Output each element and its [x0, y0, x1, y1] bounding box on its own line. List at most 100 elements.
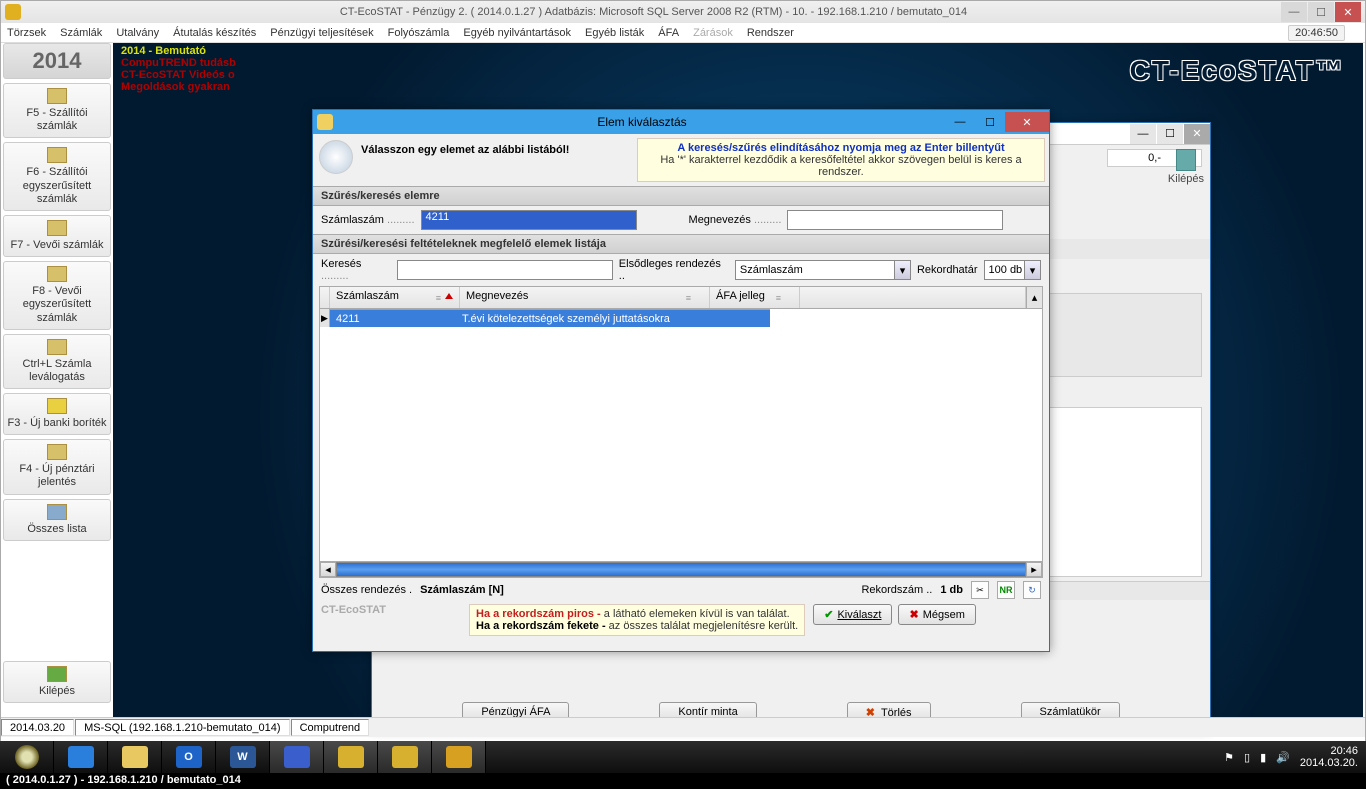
tray-net-icon[interactable]: ▯	[1244, 751, 1250, 764]
record-label: Rekordszám ..	[861, 584, 932, 596]
info-text: 2014 - Bemutató CompuTREND tudásb CT-Eco…	[121, 45, 236, 93]
brand-logo: CT-EcoSTAT™	[1130, 55, 1345, 87]
taskbar-outlook[interactable]: O	[162, 741, 216, 773]
tray-sound-icon[interactable]: 🔊	[1276, 751, 1290, 764]
menu-afa[interactable]: ÁFA	[658, 27, 679, 39]
megnevezes-label: Megnevezés	[689, 214, 782, 226]
tray-clock[interactable]: 20:46 2014.03.20.	[1300, 745, 1358, 769]
taskbar-word[interactable]: W	[216, 741, 270, 773]
megnevezes-input[interactable]	[787, 210, 1003, 230]
system-tray: ⚑ ▯ ▮ 🔊 20:46 2014.03.20.	[1224, 745, 1366, 769]
exit-icon	[47, 666, 67, 682]
section-results-header: Szűrési/keresési feltételeknek megfelelő…	[313, 234, 1049, 254]
grid-hscroll[interactable]: ◂ ▸	[320, 561, 1042, 577]
scroll-up[interactable]: ▴	[1026, 287, 1042, 308]
menu-folyoszamla[interactable]: Folyószámla	[388, 27, 450, 39]
close-button[interactable]: ✕	[1335, 2, 1361, 22]
kont-min[interactable]: —	[1130, 124, 1156, 144]
btn-f5[interactable]: F5 - Szállítói számlák	[3, 83, 111, 138]
menu-penzugyi[interactable]: Pénzügyi teljesítések	[270, 27, 373, 39]
taskbar-app1[interactable]	[324, 741, 378, 773]
col-szamlaszam[interactable]: Számlaszám≡	[330, 287, 460, 308]
table-row[interactable]: 4211 T.évi kötelezettségek személyi jutt…	[330, 309, 770, 327]
cell-szam: 4211	[330, 313, 456, 325]
exit-icon[interactable]	[1176, 149, 1196, 171]
clipboard-icon	[338, 746, 364, 768]
szamlaszam-input[interactable]: 4211	[421, 210, 637, 230]
menu-utalvany[interactable]: Utalvány	[116, 27, 159, 39]
menu-atutalas[interactable]: Átutalás készítés	[173, 27, 256, 39]
dlg-titlebar[interactable]: Elem kiválasztás — ☐ ✕	[313, 110, 1049, 134]
btn-kilepes[interactable]: Kilépés	[3, 661, 111, 703]
menu-torzsek[interactable]: Törzsek	[7, 27, 46, 39]
dlg-maximize[interactable]: ☐	[975, 112, 1005, 132]
rendezes-combo[interactable]: Számlaszám▾	[735, 260, 911, 280]
x-icon: ✖	[909, 608, 918, 621]
kont-max[interactable]: ☐	[1157, 124, 1183, 144]
dlg-hint: A keresés/szűrés elindításához nyomja me…	[637, 138, 1045, 182]
btn-f3[interactable]: F3 - Új banki boríték	[3, 393, 111, 435]
btn-f6[interactable]: F6 - Szállítói egyszerűsített számlák	[3, 142, 111, 211]
report-icon	[47, 444, 67, 460]
start-button[interactable]	[0, 741, 54, 773]
doc-icon	[47, 88, 67, 104]
taskbar-ecostat[interactable]	[432, 741, 486, 773]
col-afajelleg[interactable]: ÁFA jelleg≡	[710, 287, 800, 308]
elem-kivalasztas-dialog: Elem kiválasztás — ☐ ✕ Válasszon egy ele…	[312, 109, 1050, 652]
scroll-left[interactable]: ◂	[320, 562, 336, 577]
windows-taskbar: O W ⚑ ▯ ▮ 🔊 20:46 2014.03.20.	[0, 741, 1366, 773]
dlg-close[interactable]: ✕	[1005, 112, 1049, 132]
ie-icon	[68, 746, 94, 768]
btn-f8[interactable]: F8 - Vevői egyszerűsített számlák	[3, 261, 111, 330]
tray-power-icon[interactable]: ▮	[1260, 751, 1266, 764]
btn-f7[interactable]: F7 - Vevői számlák	[3, 215, 111, 257]
cut-icon[interactable]: ✂	[971, 581, 989, 599]
scroll-right[interactable]: ▸	[1026, 562, 1042, 577]
results-grid: Számlaszám≡ Megnevezés≡ ÁFA jelleg≡ ▴ ▶ …	[319, 286, 1043, 578]
taskbar-save[interactable]	[270, 741, 324, 773]
kont-close[interactable]: ✕	[1184, 124, 1210, 144]
left-toolbar: 2014 F5 - Szállítói számlák F6 - Szállít…	[3, 43, 111, 707]
col-megnevezes[interactable]: Megnevezés≡	[460, 287, 710, 308]
record-value: 1 db	[940, 584, 963, 596]
dlg-brand: CT-EcoSTAT	[321, 604, 461, 616]
taskbar-explorer[interactable]	[108, 741, 162, 773]
menu-zarasok: Zárások	[693, 27, 733, 39]
floppy-icon	[284, 746, 310, 768]
menu-szamlak[interactable]: Számlák	[60, 27, 102, 39]
menubar-clock: 20:46:50	[1288, 25, 1345, 41]
btn-ctrl-l[interactable]: Ctrl+L Számla leválogatás	[3, 334, 111, 389]
taskbar-ie[interactable]	[54, 741, 108, 773]
filter-icon	[47, 339, 67, 355]
chevron-down-icon: ▾	[894, 261, 910, 279]
envelope-icon	[47, 398, 67, 414]
kivalaszt-button[interactable]: ✔Kiválaszt	[813, 604, 892, 625]
maximize-button[interactable]: ☐	[1308, 2, 1334, 22]
menu-egyeb-nyilv[interactable]: Egyéb nyilvántartások	[463, 27, 571, 39]
footer-bar: ( 2014.0.1.27 ) - 192.168.1.210 / bemuta…	[0, 773, 1366, 789]
megsem-button[interactable]: ✖Mégsem	[898, 604, 975, 625]
record-hint: Ha a rekordszám piros - a látható elemek…	[469, 604, 805, 636]
minimize-button[interactable]: —	[1281, 2, 1307, 22]
cell-megn: T.évi kötelezettségek személyi juttatáso…	[456, 313, 706, 325]
coins-icon	[317, 114, 333, 130]
btn-f4[interactable]: F4 - Új pénztári jelentés	[3, 439, 111, 494]
taskbar-app2[interactable]	[378, 741, 432, 773]
status-company: Computrend	[291, 719, 370, 736]
kereses-label: Keresés	[321, 258, 391, 282]
refresh-icon[interactable]: ↻	[1023, 581, 1041, 599]
menu-rendszer[interactable]: Rendszer	[747, 27, 794, 39]
dlg-minimize[interactable]: —	[945, 112, 975, 132]
year-label: 2014	[3, 43, 111, 79]
main-titlebar: CT-EcoSTAT - Pénzügy 2. ( 2014.0.1.27 ) …	[1, 1, 1365, 23]
chevron-down-icon: ▾	[1024, 261, 1040, 279]
nr-button[interactable]: NR	[997, 581, 1015, 599]
rekordhatar-label: Rekordhatár	[917, 264, 978, 276]
status-db: MS-SQL (192.168.1.210-bemutato_014)	[75, 719, 290, 736]
kont-exit-label: Kilépés	[1168, 173, 1204, 185]
menu-egyeb-listak[interactable]: Egyéb listák	[585, 27, 644, 39]
rekordhatar-combo[interactable]: 100 db▾	[984, 260, 1041, 280]
btn-osszes[interactable]: Összes lista	[3, 499, 111, 541]
kereses-input[interactable]	[397, 260, 613, 280]
tray-flag-icon[interactable]: ⚑	[1224, 751, 1234, 764]
